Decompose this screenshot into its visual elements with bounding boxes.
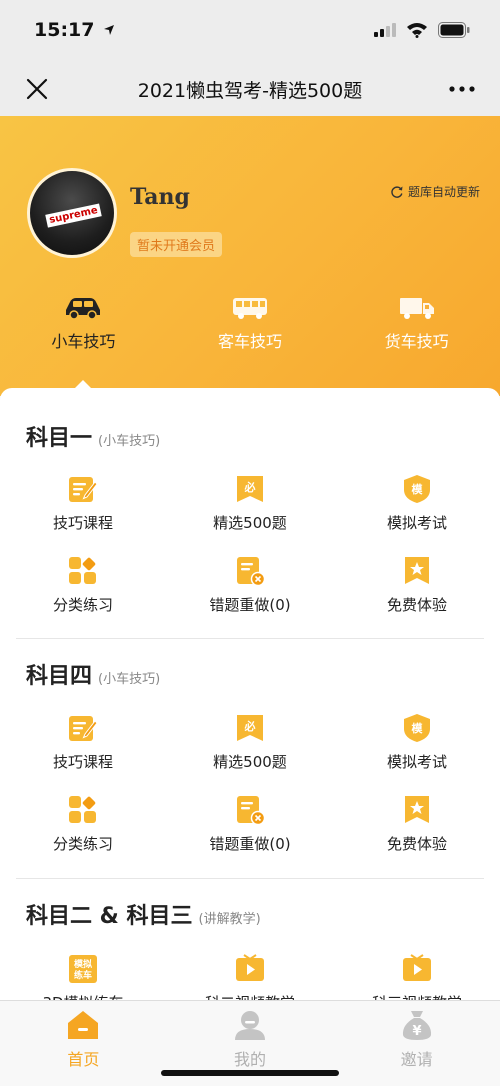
subject1-selected-button[interactable]: 精选500题 (167, 474, 333, 533)
video-icon (402, 954, 432, 984)
page-title: 2021懒虫驾考-精选500题 (137, 80, 363, 102)
cell-label: 模拟考试 (386, 514, 447, 532)
subject4-title: 科目四 (小车技巧) (26, 664, 161, 689)
bottom-nav-invite-label: 邀请 (400, 1050, 433, 1069)
subject23-video3-button[interactable]: 科三视频教学 (334, 954, 500, 1000)
cell-label: 模拟考试 (386, 753, 447, 771)
vehicle-tabs: 小车技巧 客车技巧 货车技巧 (0, 292, 500, 362)
free-trial-icon (402, 556, 432, 586)
subject1-subtitle: (小车技巧) (98, 434, 161, 449)
svg-text:¥: ¥ (412, 1024, 421, 1039)
cell-label: 精选500题 (213, 514, 287, 532)
status-icons (374, 22, 470, 38)
tab-truck[interactable]: 货车技巧 (333, 292, 500, 362)
cell-label: 免费体验 (386, 835, 447, 853)
course-icon (68, 713, 98, 743)
home-indicator[interactable] (161, 1070, 339, 1076)
cell-label: 错题重做(0) (209, 835, 291, 853)
cell-label: 免费体验 (386, 596, 447, 614)
tab-bus[interactable]: 客车技巧 (167, 292, 334, 362)
status-bar: 15:17 (0, 0, 500, 62)
avatar-logo: supreme (45, 203, 102, 228)
bottom-nav-home[interactable]: 首页 (0, 1001, 167, 1086)
subject23-title: 科目二 & 科目三 (讲解教学) (26, 904, 261, 929)
mock-exam-icon (402, 474, 432, 504)
bottom-nav-home-label: 首页 (67, 1050, 100, 1069)
selected-questions-icon (235, 474, 265, 504)
subject4-free-button[interactable]: 免费体验 (334, 795, 500, 854)
cell-label: 技巧课程 (52, 514, 113, 532)
cellular-signal-icon (374, 23, 396, 37)
tab-bus-label: 客车技巧 (218, 332, 283, 351)
course-icon (68, 474, 98, 504)
nav-bar: 2021懒虫驾考-精选500题 (0, 62, 500, 116)
more-icon[interactable] (448, 76, 476, 102)
user-icon (235, 1011, 265, 1040)
subject4-category-button[interactable]: 分类练习 (0, 795, 166, 854)
car-icon (66, 298, 101, 320)
subject1-wrong-button[interactable]: 错题重做(0) (167, 556, 333, 615)
status-time: 15:17 (34, 19, 115, 41)
subject1-category-button[interactable]: 分类练习 (0, 556, 166, 615)
home-icon (68, 1011, 99, 1039)
tab-car-label: 小车技巧 (51, 332, 116, 351)
user-name: Tang (130, 184, 190, 210)
subject4-selected-button[interactable]: 精选500题 (167, 713, 333, 772)
cell-label: 分类练习 (52, 596, 113, 614)
bus-icon (233, 298, 267, 319)
selected-questions-icon (235, 713, 265, 743)
cell-label: 科三视频教学 (372, 992, 462, 1000)
subject1-title: 科目一 (小车技巧) (26, 426, 161, 451)
cell-label: 科二视频教学 (205, 992, 295, 1000)
auto-update-label: 题库自动更新 (407, 185, 480, 199)
category-practice-icon (68, 795, 98, 825)
subject1-free-button[interactable]: 免费体验 (334, 556, 500, 615)
subject4-wrong-button[interactable]: 错题重做(0) (167, 795, 333, 854)
divider (16, 638, 484, 639)
wrong-questions-icon (235, 795, 265, 825)
money-bag-icon: ¥ (402, 1011, 431, 1040)
auto-update-link[interactable]: 题库自动更新 (390, 183, 480, 200)
subject4-course-button[interactable]: 技巧课程 (0, 713, 166, 772)
subject4-mock-button[interactable]: 模拟考试 (334, 713, 500, 772)
tab-car[interactable]: 小车技巧 (0, 292, 167, 362)
subject23-video2-button[interactable]: 科二视频教学 (167, 954, 333, 1000)
video-icon (235, 954, 265, 984)
member-status-badge[interactable]: 暂未开通会员 (130, 232, 223, 257)
subject23-3d-practice-button[interactable]: 3D模拟练车 (0, 954, 166, 1000)
category-practice-icon (68, 556, 98, 586)
battery-icon (438, 22, 470, 38)
avatar[interactable]: supreme (27, 168, 117, 258)
wrong-questions-icon (235, 556, 265, 586)
cell-label: 3D模拟练车 (42, 992, 123, 1000)
refresh-icon (391, 185, 403, 198)
tab-truck-label: 货车技巧 (384, 332, 449, 351)
subject1-course-button[interactable]: 技巧课程 (0, 474, 166, 533)
location-arrow-icon (104, 25, 115, 35)
cell-label: 分类练习 (52, 835, 113, 853)
subject23-subtitle: (讲解教学) (198, 912, 261, 927)
cell-label: 错题重做(0) (209, 596, 291, 614)
cell-label: 精选500题 (213, 753, 287, 771)
truck-icon (399, 298, 434, 319)
bottom-nav-me-label: 我的 (234, 1050, 267, 1069)
subject1-mock-button[interactable]: 模拟考试 (334, 474, 500, 533)
free-trial-icon (402, 795, 432, 825)
3d-practice-icon (68, 954, 98, 984)
wifi-icon (407, 23, 427, 38)
cell-label: 技巧课程 (52, 753, 113, 771)
mock-exam-icon (402, 713, 432, 743)
profile-header: supreme Tang 暂未开通会员 题库自动更新 小车技巧 客车技巧 货车技… (0, 116, 500, 396)
subject4-subtitle: (小车技巧) (98, 672, 161, 687)
main-card: 科目一 (小车技巧) 技巧课程 精选500题 模拟考试 分类练习 错题重做(0) … (0, 388, 500, 1000)
bottom-nav-invite[interactable]: ¥ 邀请 (333, 1001, 500, 1086)
divider (16, 878, 484, 879)
